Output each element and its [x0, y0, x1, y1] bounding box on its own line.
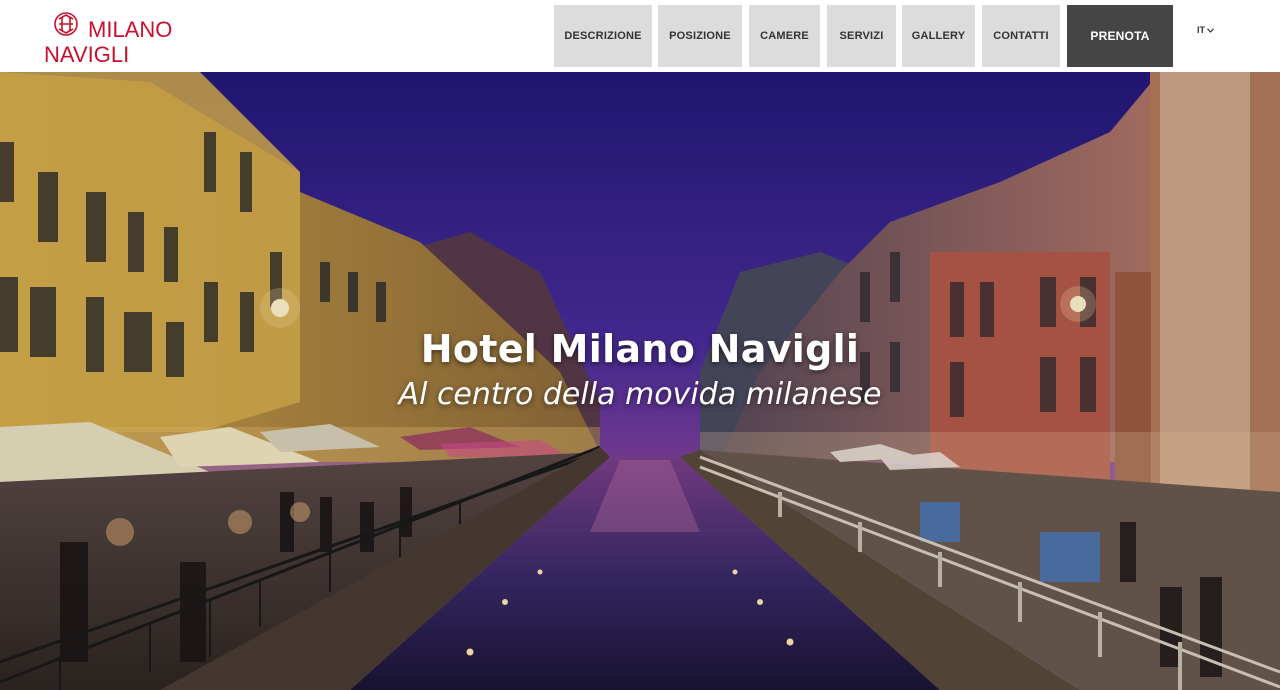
hero-text: Hotel Milano Navigli Al centro della mov… — [0, 327, 1280, 412]
nav-gallery[interactable]: GALLERY — [902, 5, 975, 67]
brand-logo[interactable]: MILANO NAVIGLI — [44, 7, 174, 65]
nav-servizi[interactable]: SERVIZI — [827, 5, 896, 67]
nav-descrizione[interactable]: DESCRIZIONE — [554, 5, 652, 67]
language-label: IT — [1197, 25, 1205, 35]
hero-title: Hotel Milano Navigli — [420, 327, 860, 371]
logo-line1: MILANO — [88, 17, 172, 42]
hero-subtitle: Al centro della movida milanese — [398, 377, 882, 412]
chevron-down-icon — [1207, 27, 1214, 33]
hero-section: Hotel Milano Navigli Al centro della mov… — [0, 72, 1280, 690]
book-button[interactable]: PRENOTA — [1067, 5, 1173, 67]
language-selector[interactable]: IT — [1197, 22, 1219, 38]
nav-contatti[interactable]: CONTATTI — [982, 5, 1060, 67]
site-header: MILANO NAVIGLI DESCRIZIONE POSIZIONE CAM… — [0, 0, 1280, 72]
nav-camere[interactable]: CAMERE — [749, 5, 820, 67]
logo-emblem-icon: MILANO NAVIGLI — [44, 12, 172, 65]
logo-line2: NAVIGLI — [44, 42, 129, 65]
nav-posizione[interactable]: POSIZIONE — [658, 5, 742, 67]
